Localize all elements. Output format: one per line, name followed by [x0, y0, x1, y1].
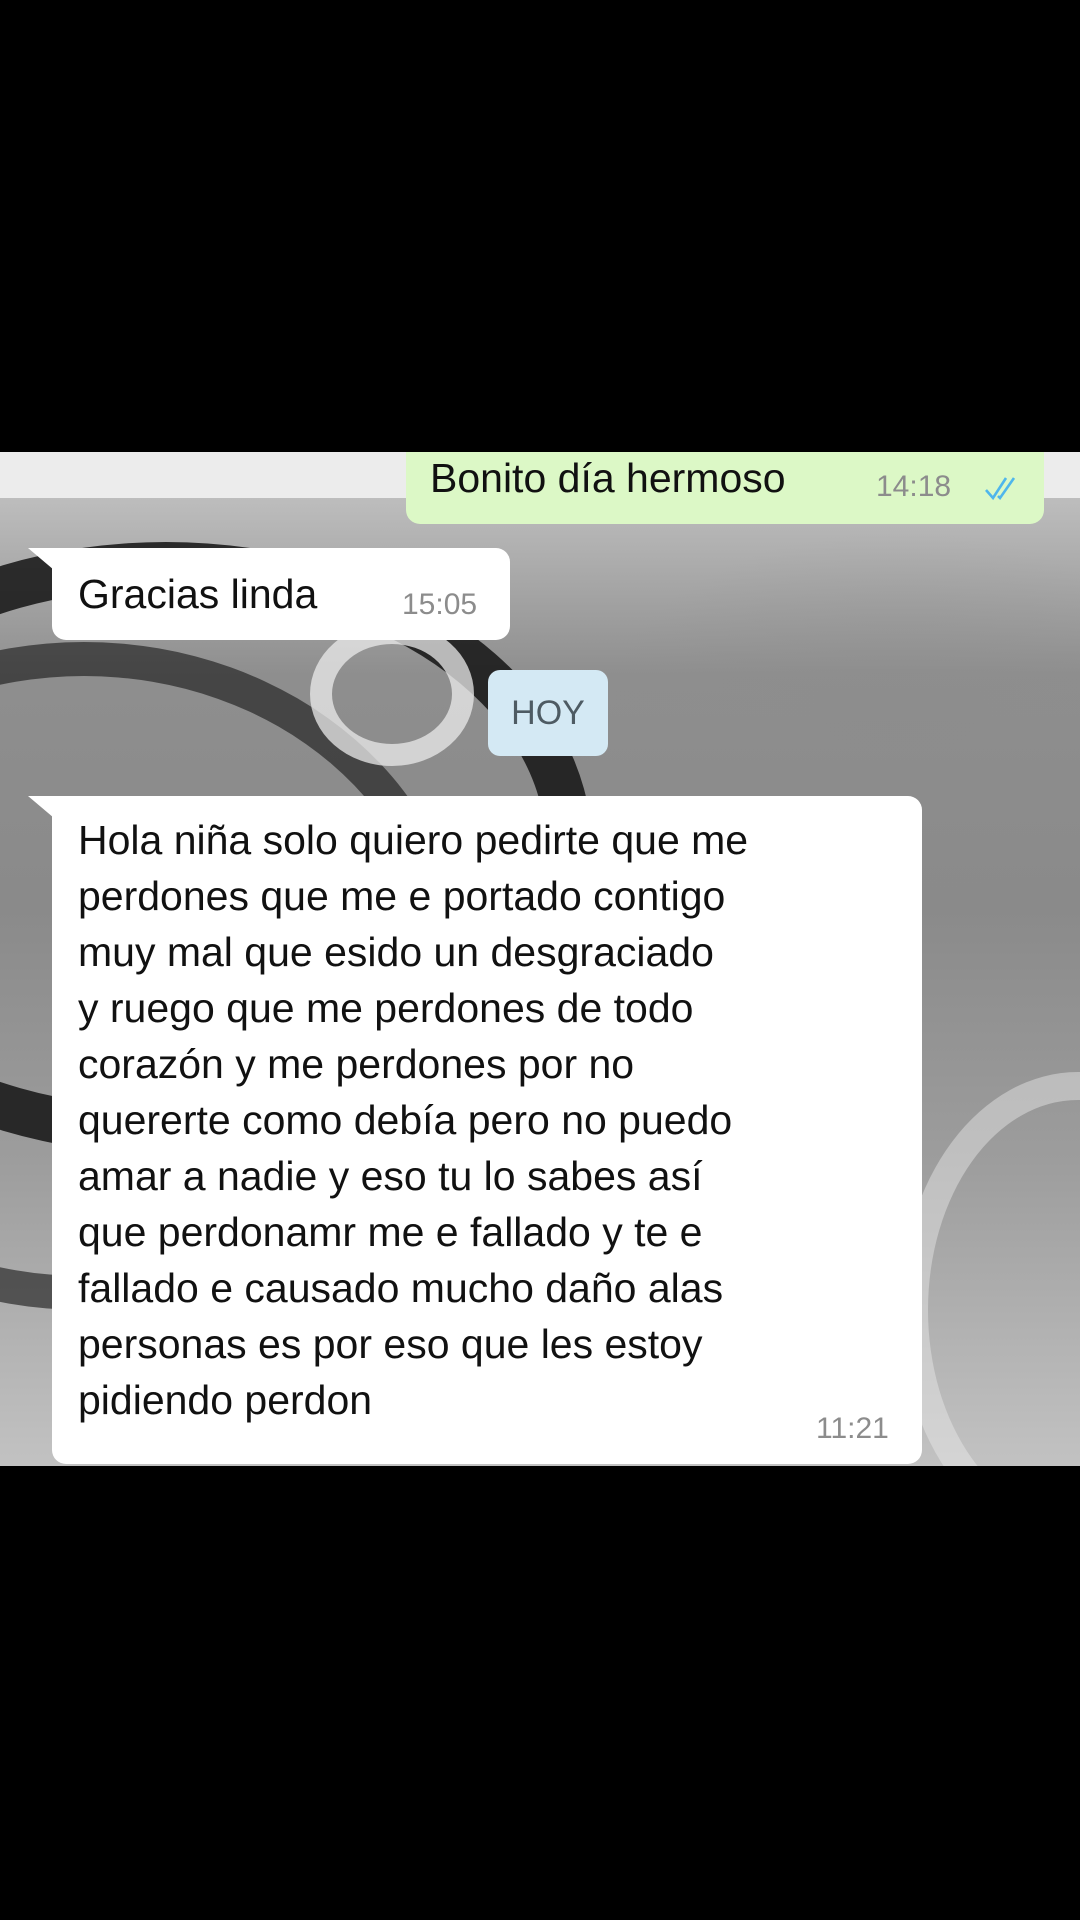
outgoing-message-bubble[interactable]: Bonito día hermoso 14:18 [406, 452, 1044, 524]
incoming-message-bubble[interactable]: Hola niña solo quiero pedirte que me per… [52, 796, 922, 1464]
wallpaper-ring-right [900, 1072, 1080, 1466]
wallpaper-ring [310, 622, 474, 766]
incoming-message-bubble[interactable]: Gracias linda 15:05 [52, 548, 510, 640]
incoming-bubble-tail [28, 548, 54, 570]
double-check-read-icon [985, 477, 1016, 501]
incoming-message-text: Hola niña solo quiero pedirte que me per… [78, 817, 749, 1423]
date-separator: HOY [488, 670, 608, 756]
bottom-letterbox [0, 1466, 1080, 1920]
incoming-bubble-tail [28, 796, 54, 818]
top-letterbox [0, 0, 1080, 452]
incoming-message-time: 11:21 [816, 1412, 889, 1445]
incoming-message-time: 15:05 [402, 588, 478, 621]
incoming-message-text: Gracias linda [78, 571, 318, 617]
outgoing-message-text: Bonito día hermoso [430, 455, 786, 501]
outgoing-message-time: 14:18 [876, 470, 952, 503]
